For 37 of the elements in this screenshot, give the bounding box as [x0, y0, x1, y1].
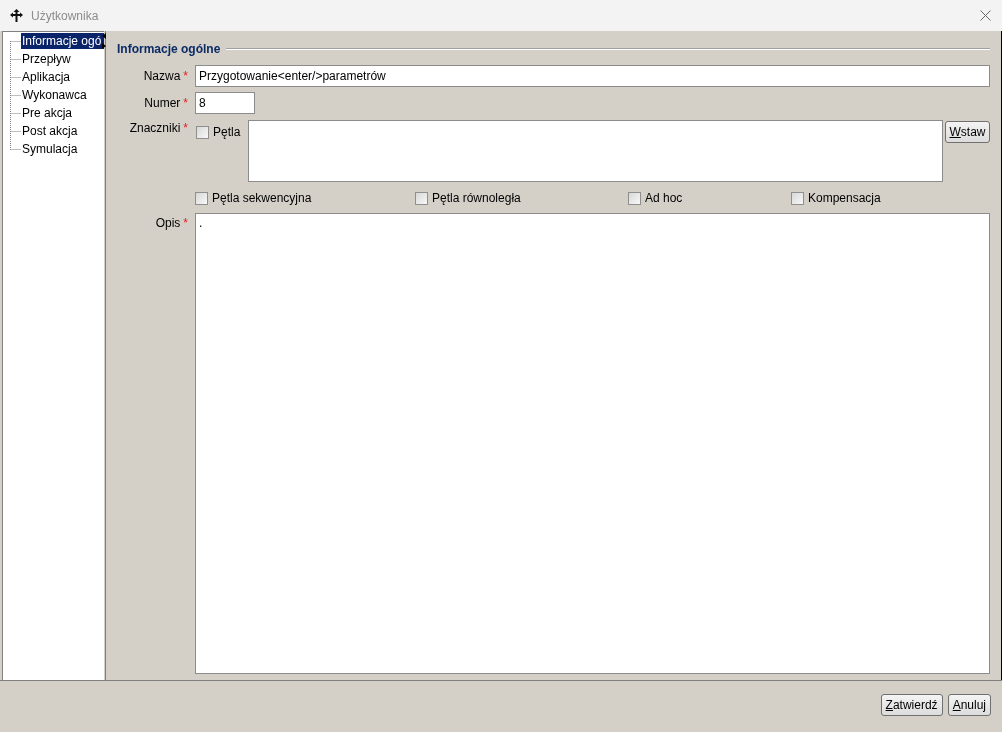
- checkbox[interactable]: [628, 191, 641, 205]
- checkbox-label: Kompensacja: [808, 191, 881, 205]
- tree-item[interactable]: Wykonawca: [21, 87, 87, 103]
- number-input[interactable]: 8: [195, 92, 255, 114]
- section-title: Informacje ogólne: [117, 42, 221, 56]
- checkbox-label: Pętla sekwencyjna: [212, 191, 312, 205]
- cross-arrows-icon: [10, 9, 23, 22]
- window-title: Użytkownika: [31, 8, 99, 23]
- insert-button[interactable]: Wstaw: [945, 121, 990, 143]
- required-mark: *: [183, 216, 188, 230]
- close-icon[interactable]: [980, 10, 991, 21]
- name-input[interactable]: Przygotowanie<enter/>parametrów: [195, 65, 990, 87]
- checkbox[interactable]: [791, 191, 804, 205]
- checkbox[interactable]: [196, 125, 209, 139]
- description-field[interactable]: .: [195, 213, 990, 674]
- field-label: Opis: [155, 216, 181, 230]
- checkbox[interactable]: [415, 191, 428, 205]
- tree-item[interactable]: Symulacja: [21, 141, 78, 157]
- required-mark: *: [183, 69, 188, 83]
- required-mark: *: [183, 121, 188, 135]
- checkbox-label: Ad hoc: [645, 191, 683, 205]
- tree-item[interactable]: Post akcja: [21, 123, 78, 139]
- checkbox-label: Pętla: [213, 125, 241, 139]
- field-label: Nazwa: [143, 69, 181, 83]
- splitter-arrows-icon[interactable]: [102, 33, 106, 49]
- tree-item[interactable]: Aplikacja: [21, 69, 71, 85]
- tags-list-field[interactable]: [248, 120, 943, 182]
- checkbox-label: Pętla równoległa: [432, 191, 521, 205]
- field-label: Znaczniki: [129, 121, 181, 135]
- tree-item[interactable]: Pre akcja: [21, 105, 73, 121]
- required-mark: *: [183, 96, 188, 110]
- checkbox[interactable]: [195, 191, 208, 205]
- field-label: Numer: [144, 96, 181, 110]
- confirm-button[interactable]: Zatwierdź: [880, 694, 943, 716]
- tree-item[interactable]: Przepływ: [21, 51, 71, 67]
- tree-item[interactable]: Informacje ogó: [21, 33, 104, 49]
- cancel-button[interactable]: Anuluj: [947, 694, 991, 716]
